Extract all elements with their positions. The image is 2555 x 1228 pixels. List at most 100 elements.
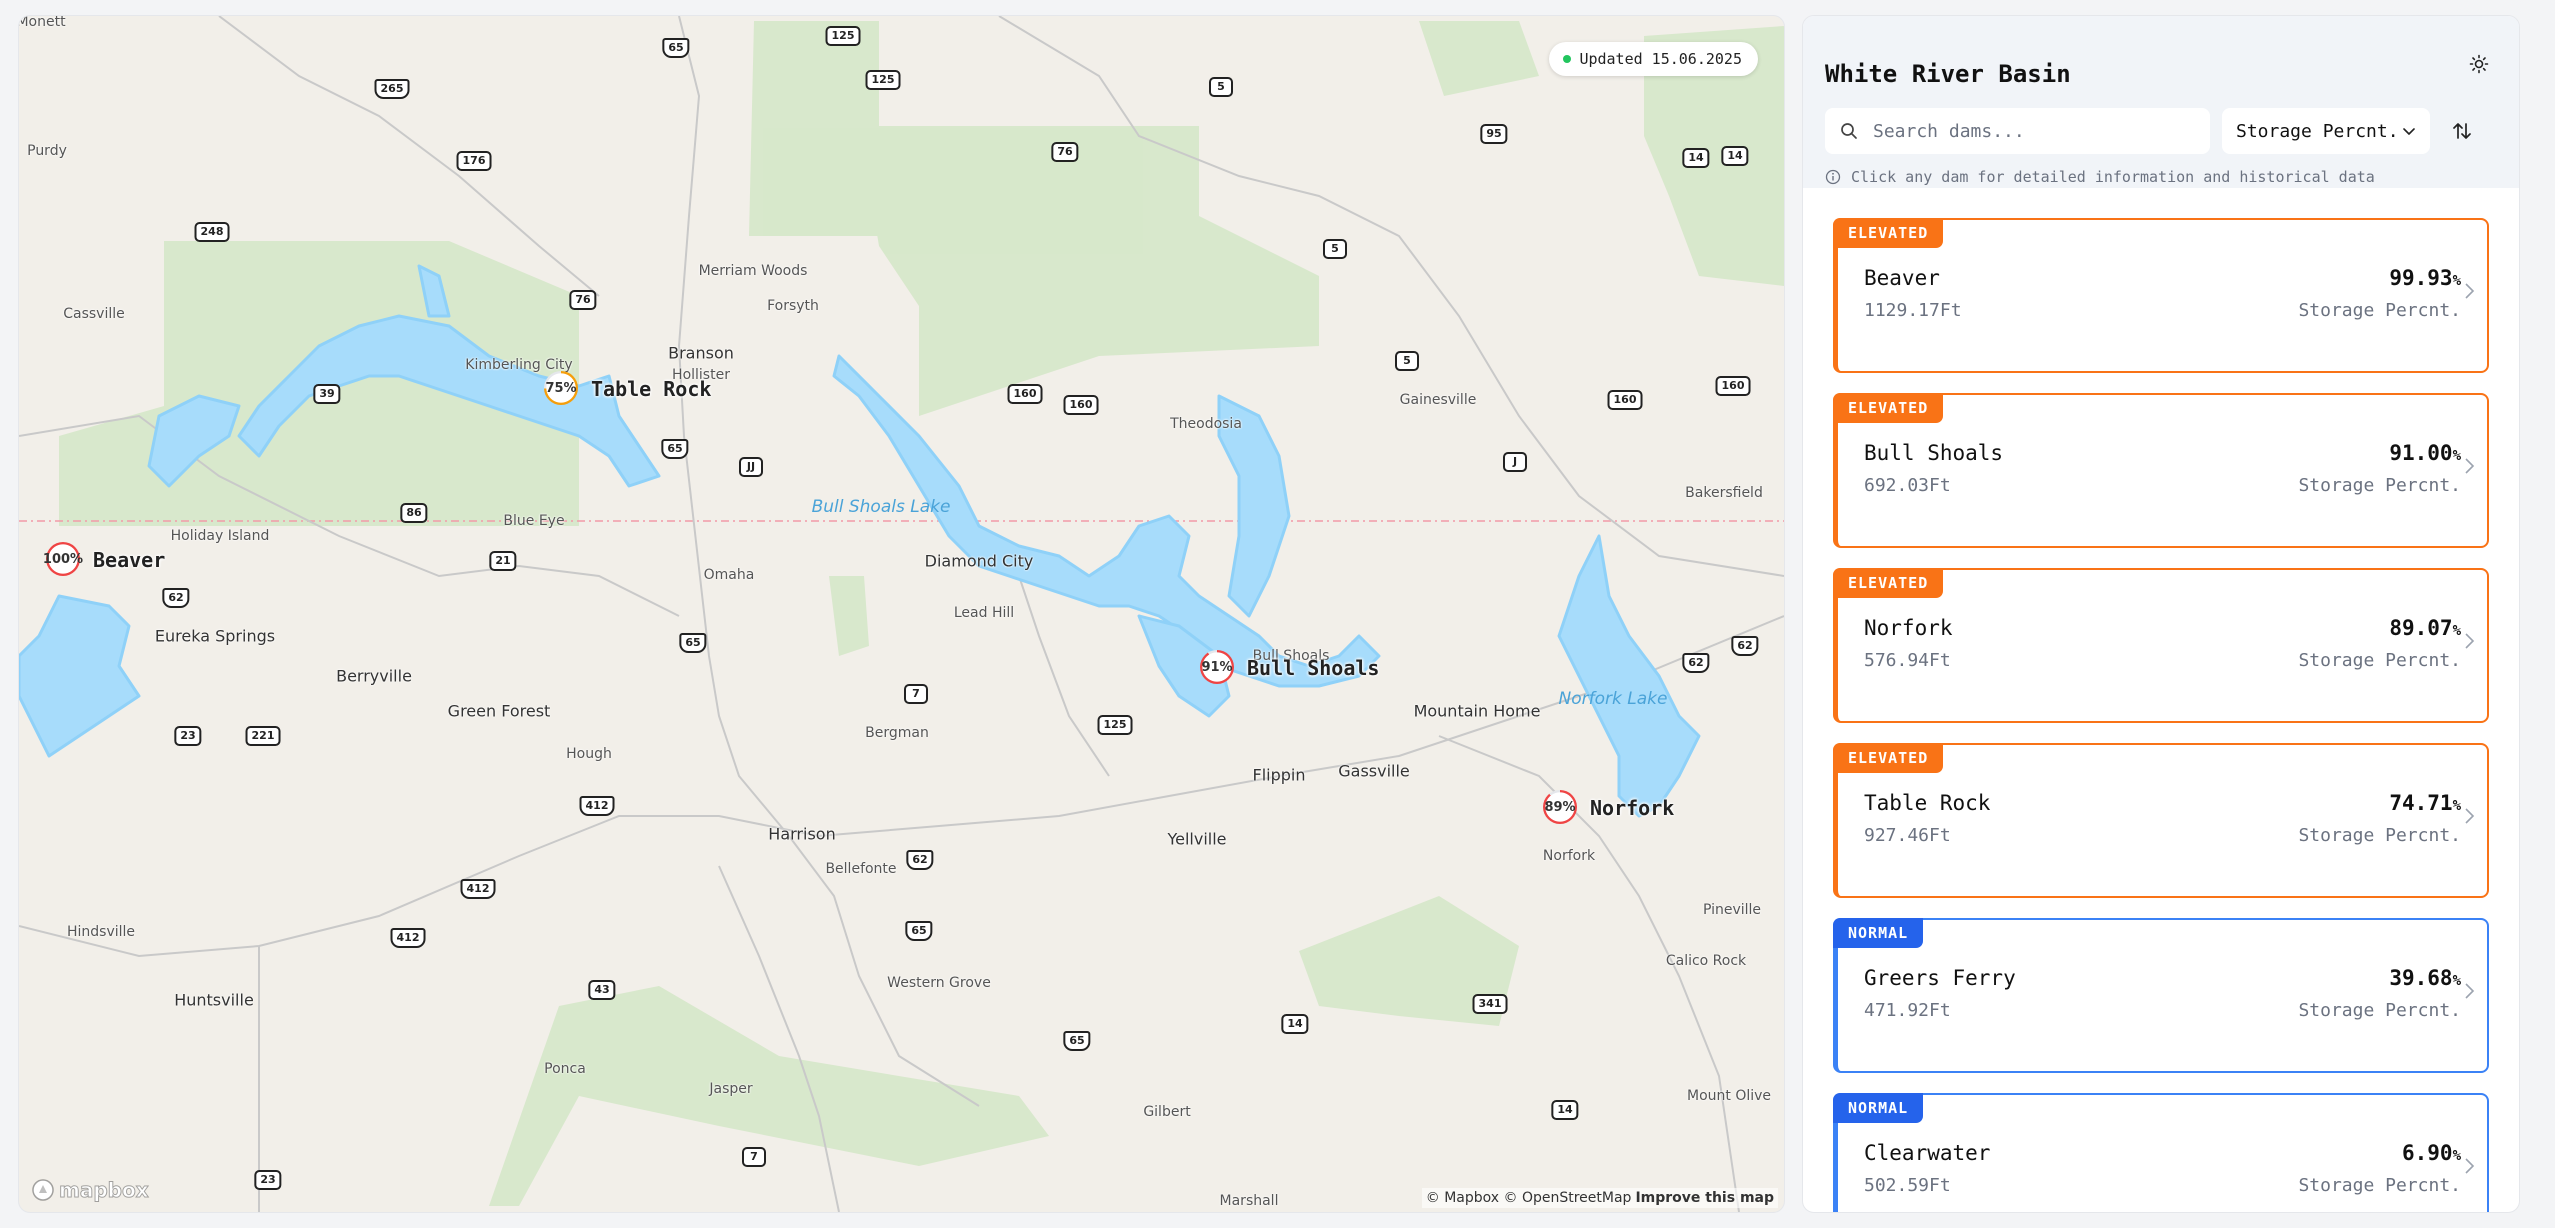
dam-card-elevation: 471.92Ft <box>1864 1000 1951 1021</box>
map-attribution: © Mapbox © OpenStreetMap Improve this map <box>1421 1188 1778 1208</box>
dam-card-metric: Storage Percnt. <box>2298 300 2461 321</box>
town-label: Harrison <box>768 824 836 844</box>
road-shield: 65 <box>679 633 707 653</box>
town-label: Cassville <box>63 306 125 322</box>
road-shield: 86 <box>400 503 428 523</box>
dam-card-elevation: 576.94Ft <box>1864 650 1951 671</box>
dam-marker-label[interactable]: Table Rock <box>591 377 711 401</box>
dam-card-norfork[interactable]: ELEVATED Norfork 576.94Ft 89.07% Storage… <box>1833 568 2489 723</box>
dam-marker-bull-shoals[interactable]: 91% <box>1200 650 1234 684</box>
town-label: Diamond City <box>924 551 1034 571</box>
dam-card-value: 39.68% <box>2389 966 2461 990</box>
road-shield: 265 <box>374 79 410 99</box>
dam-card-list: ELEVATED Beaver 1129.17Ft 99.93% Storage… <box>1803 188 2519 1212</box>
improve-map-link[interactable]: Improve this map <box>1635 1190 1774 1206</box>
sort-order-button[interactable] <box>2442 108 2482 154</box>
road-shield: 125 <box>825 26 861 46</box>
dam-card-name: Clearwater <box>1864 1141 1991 1165</box>
dam-card-name: Bull Shoals <box>1864 441 2004 465</box>
road-shield: 5 <box>1395 351 1419 371</box>
town-label: Hough <box>566 746 612 762</box>
road-shield: 160 <box>1063 395 1099 415</box>
dam-card-name: Greers Ferry <box>1864 966 2016 990</box>
dam-marker-pct: 100% <box>42 551 84 567</box>
dam-card-metric: Storage Percnt. <box>2298 1175 2461 1196</box>
updated-badge: Updated 15.06.2025 <box>1549 42 1758 76</box>
dam-card-metric: Storage Percnt. <box>2298 825 2461 846</box>
road-shield: 7 <box>904 684 928 704</box>
dam-marker-beaver[interactable]: 100% <box>42 542 84 576</box>
dam-card-value-unit: % <box>2452 273 2461 289</box>
mapbox-logo[interactable]: mapbox <box>31 1178 150 1203</box>
road-shield: 14 <box>1682 148 1710 168</box>
chevron-right-icon <box>2465 1158 2475 1174</box>
town-label: Yellville <box>1167 829 1227 849</box>
road-shield: 160 <box>1007 384 1043 404</box>
map-basemap <box>19 16 1784 1212</box>
road-shield: 341 <box>1472 994 1508 1014</box>
road-shield: 5 <box>1323 239 1347 259</box>
dam-card-name: Table Rock <box>1864 791 1991 815</box>
dam-marker-pct: 91% <box>1201 659 1233 675</box>
dam-card-beaver[interactable]: ELEVATED Beaver 1129.17Ft 99.93% Storage… <box>1833 218 2489 373</box>
road-shield: 65 <box>1063 1031 1091 1051</box>
chevron-down-icon <box>2403 128 2415 135</box>
road-shield: 14 <box>1721 146 1749 166</box>
town-label: Flippin <box>1252 765 1306 785</box>
road-shield: 62 <box>906 850 934 870</box>
panel-header: White River Basin Stor <box>1803 16 2519 188</box>
search-input[interactable] <box>1871 119 2195 143</box>
dam-card-clearwater[interactable]: NORMAL Clearwater 502.59Ft 6.90% Storage… <box>1833 1093 2489 1212</box>
sort-select[interactable]: Storage Percnt. <box>2222 108 2430 154</box>
road-shield: 176 <box>456 151 492 171</box>
dam-card-value: 99.93% <box>2389 266 2461 290</box>
dam-card-value: 74.71% <box>2389 791 2461 815</box>
dam-marker-norfork[interactable]: 89% <box>1543 790 1577 824</box>
road-shield: 160 <box>1607 390 1643 410</box>
status-badge: ELEVATED <box>1833 568 1944 598</box>
dam-card-table-rock[interactable]: ELEVATED Table Rock 927.46Ft 74.71% Stor… <box>1833 743 2489 898</box>
sort-select-label: Storage Percnt. <box>2236 120 2399 142</box>
chevron-right-icon <box>2465 808 2475 824</box>
mapbox-logo-text: mapbox <box>59 1178 150 1203</box>
dam-marker-label[interactable]: Norfork <box>1590 796 1674 820</box>
road-shield: 39 <box>313 384 341 404</box>
town-label: Omaha <box>703 567 755 583</box>
dam-marker-pct: 75% <box>545 380 577 396</box>
dam-card-value: 91.00% <box>2389 441 2461 465</box>
road-shield: 14 <box>1281 1014 1309 1034</box>
road-shield: 7 <box>742 1147 766 1167</box>
panel-hint: Click any dam for detailed information a… <box>1825 168 2497 186</box>
status-badge: NORMAL <box>1833 918 1924 948</box>
dam-card-value-unit: % <box>2452 1148 2461 1164</box>
road-shield: 62 <box>162 588 190 608</box>
dam-card-elevation: 1129.17Ft <box>1864 300 1962 321</box>
dam-card-value: 6.90% <box>2402 1141 2461 1165</box>
dam-card-elevation: 692.03Ft <box>1864 475 1951 496</box>
dam-card-greers-ferry[interactable]: NORMAL Greers Ferry 471.92Ft 39.68% Stor… <box>1833 918 2489 1073</box>
town-label: Hindsville <box>66 924 136 940</box>
theme-toggle-button[interactable] <box>2459 44 2499 84</box>
road-shield: 76 <box>569 290 597 310</box>
town-label: Mount Olive <box>1686 1088 1772 1104</box>
dam-card-value-number: 39.68 <box>2389 966 2453 990</box>
road-shield: 160 <box>1715 376 1751 396</box>
town-label: Norfork <box>1542 848 1596 864</box>
search-icon <box>1841 123 1857 139</box>
dam-card-bull-shoals[interactable]: ELEVATED Bull Shoals 692.03Ft 91.00% Sto… <box>1833 393 2489 548</box>
map-view[interactable]: Bull Shoals Lake Norfork Lake Monett Pur… <box>18 15 1785 1213</box>
dam-marker-label[interactable]: Bull Shoals <box>1247 656 1379 680</box>
dam-card-name: Beaver <box>1864 266 1940 290</box>
chevron-right-icon <box>2465 983 2475 999</box>
road-shield: 412 <box>579 796 615 816</box>
road-shield: 125 <box>865 70 901 90</box>
attribution-text[interactable]: © Mapbox © OpenStreetMap <box>1426 1190 1632 1206</box>
town-label: Gainesville <box>1399 392 1477 408</box>
road-shield: 412 <box>460 879 496 899</box>
dam-marker-label[interactable]: Beaver <box>93 548 165 572</box>
dam-marker-table-rock[interactable]: 75% <box>544 371 578 405</box>
town-label: Theodosia <box>1170 416 1242 432</box>
search-box[interactable] <box>1825 108 2210 154</box>
town-label: Blue Eye <box>503 513 565 529</box>
road-shield: 65 <box>905 921 933 941</box>
